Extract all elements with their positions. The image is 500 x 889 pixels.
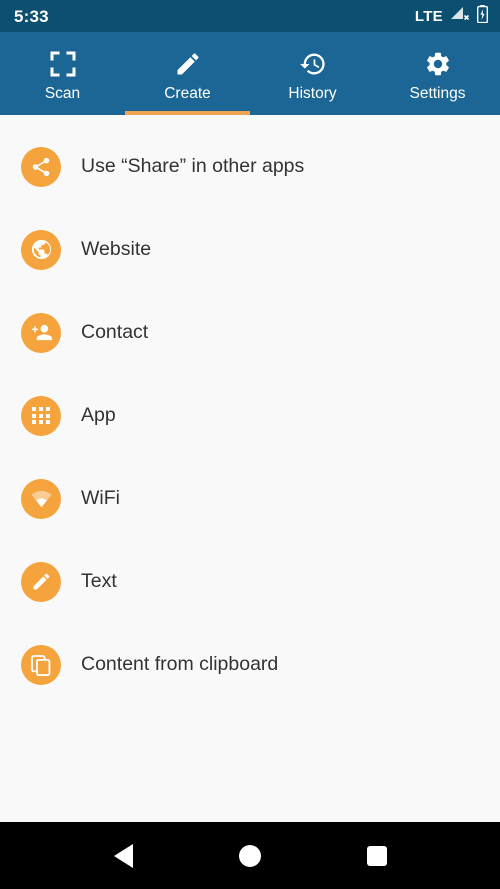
pencil-icon	[173, 49, 203, 79]
list-item-share[interactable]: Use “Share” in other apps	[0, 125, 500, 208]
tab-settings[interactable]: Settings	[375, 32, 500, 115]
list-item-label: Use “Share” in other apps	[81, 154, 305, 177]
nav-back-button[interactable]	[103, 836, 143, 876]
list-item-app[interactable]: App	[0, 374, 500, 457]
list-item-wifi[interactable]: WiFi	[0, 457, 500, 540]
list-item-label: Website	[81, 237, 152, 260]
nav-recents-button[interactable]	[357, 836, 397, 876]
tab-history[interactable]: History	[250, 32, 375, 115]
tab-label-history: History	[288, 85, 337, 103]
history-clock-icon	[298, 49, 328, 79]
tab-label-create: Create	[164, 85, 211, 103]
nav-home-button[interactable]	[230, 836, 270, 876]
signal-no-service-icon	[450, 6, 470, 27]
apps-grid-icon	[21, 395, 61, 436]
back-triangle-icon	[113, 843, 133, 868]
copy-clipboard-icon	[21, 644, 61, 685]
list-item-label: Text	[81, 569, 117, 592]
network-type-label: LTE	[414, 7, 443, 25]
list-item-label: Contact	[81, 320, 149, 343]
active-tab-indicator	[125, 111, 250, 115]
status-icons: LTE	[414, 4, 489, 28]
wifi-icon	[21, 478, 61, 519]
globe-icon	[21, 229, 61, 270]
create-options-list: Use “Share” in other apps Website Contac…	[0, 115, 500, 822]
tab-label-scan: Scan	[44, 85, 81, 103]
battery-charging-icon	[476, 4, 489, 28]
list-item-label: App	[81, 403, 116, 426]
add-person-icon	[21, 312, 61, 353]
status-clock: 5:33	[14, 6, 49, 26]
list-item-label: WiFi	[81, 486, 120, 509]
phone-screen: 5:33 LTE Scan Create History Settings Us…	[0, 0, 500, 889]
top-tab-bar: Scan Create History Settings	[0, 32, 500, 115]
tab-scan[interactable]: Scan	[0, 32, 125, 115]
list-item-contact[interactable]: Contact	[0, 291, 500, 374]
list-item-text[interactable]: Text	[0, 540, 500, 623]
scan-frame-icon	[48, 49, 78, 79]
home-circle-icon	[238, 844, 261, 867]
list-item-website[interactable]: Website	[0, 208, 500, 291]
pencil-icon	[21, 561, 61, 602]
tab-label-settings: Settings	[409, 85, 466, 103]
tab-create[interactable]: Create	[125, 32, 250, 115]
list-item-clipboard[interactable]: Content from clipboard	[0, 623, 500, 706]
status-bar: 5:33 LTE	[0, 0, 500, 32]
gear-icon	[423, 49, 453, 79]
recents-square-icon	[366, 845, 387, 866]
list-item-label: Content from clipboard	[81, 652, 279, 675]
share-icon	[21, 146, 61, 187]
android-navigation-bar	[0, 822, 500, 889]
